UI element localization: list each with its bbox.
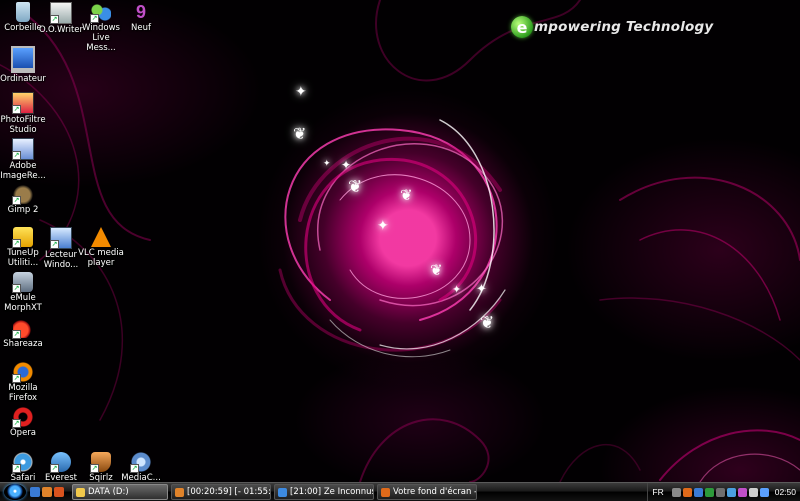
- media-player-quick-icon[interactable]: [42, 487, 52, 497]
- gimp-icon: ↗: [12, 184, 33, 205]
- desktop-icon-label: Gimp 2: [7, 205, 39, 215]
- butterfly-icon: ✦: [476, 281, 487, 296]
- taskbar-button-label: [00:20:59] [- 01:55:54]: [187, 487, 271, 497]
- taskbar-button-data-drive[interactable]: DATA (D:): [72, 484, 168, 500]
- taskbar-button-label: [21:00] Ze Inconnus ...: [290, 487, 374, 497]
- desktop-icon-label: VLC media player: [78, 248, 124, 268]
- firefox-icon: ↗: [12, 362, 33, 383]
- show-desktop-icon[interactable]: [30, 487, 40, 497]
- everest-icon: ↗: [50, 452, 71, 473]
- butterfly-icon: ❦: [293, 126, 307, 143]
- tuneup-icon: ↗: [12, 227, 33, 248]
- desktop-icon-label: Neuf: [131, 23, 151, 33]
- mediacoder-icon: ↗: [130, 452, 151, 473]
- brand-logo: e mpowering Technology: [511, 14, 713, 40]
- clock[interactable]: 02:50: [775, 487, 796, 497]
- desktop-icon-vlc[interactable]: VLC media player: [78, 227, 124, 268]
- butterfly-icon: ✦: [341, 158, 352, 172]
- help-icon[interactable]: [671, 487, 681, 497]
- imageready-icon: ↗: [12, 138, 34, 160]
- firefox-icon: [381, 487, 390, 497]
- messenger-icon: ↗: [90, 2, 111, 23]
- desktop-icon-ordinateur[interactable]: Ordinateur: [0, 46, 46, 84]
- taskbar-button-firefox[interactable]: Votre fond d'écran -...: [377, 484, 477, 500]
- connection-icon[interactable]: [759, 487, 769, 497]
- shareaza-icon: ↗: [12, 318, 33, 339]
- desktop-icon-mediacoder[interactable]: ↗ MediaC...: [118, 452, 164, 482]
- folder-icon: [76, 487, 85, 497]
- desktop-icon-label: PhotoFiltre Studio: [0, 115, 46, 135]
- desktop-icon-adobe-imageready[interactable]: ↗ Adobe ImageRe...: [0, 138, 46, 181]
- taskbar-button-label: Votre fond d'écran -...: [393, 487, 477, 497]
- butterfly-icon: ✦: [452, 284, 462, 296]
- computer-icon: [11, 46, 35, 73]
- butterfly-icon: ✦: [295, 83, 307, 99]
- sqirlz-icon: ↗: [90, 452, 111, 473]
- firefox-tray-icon[interactable]: [682, 487, 692, 497]
- system-tray: FR 02:50: [647, 483, 800, 501]
- media-icon: [175, 487, 184, 497]
- desktop-icon-label: Opera: [9, 428, 37, 438]
- safari-icon: ↗: [12, 452, 33, 473]
- tray-app-icon[interactable]: [737, 487, 747, 497]
- recycle-bin-icon: [16, 2, 30, 22]
- taskbar: DATA (D:) [00:20:59] [- 01:55:54] [21:00…: [0, 482, 800, 501]
- desktop[interactable]: e mpowering Technology ✦ ❦ ✦ ✦ ❦ ❦ ✦ ❦ ✦…: [0, 0, 800, 482]
- photofiltre-icon: ↗: [12, 92, 34, 114]
- desktop-icon-label: Mozilla Firefox: [8, 383, 38, 403]
- butterfly-icon: ❦: [400, 187, 413, 204]
- desktop-icon-label: MediaC...: [121, 473, 161, 482]
- writer-icon: ↗: [50, 2, 72, 24]
- desktop-icon-label: Ordinateur: [0, 74, 46, 84]
- vlc-icon: [91, 227, 111, 247]
- desktop-icon-opera[interactable]: ↗ Opera: [0, 407, 46, 438]
- media-player-icon: ↗: [50, 227, 72, 249]
- desktop-icon-label: Adobe ImageRe...: [0, 161, 46, 181]
- butterfly-icon: ❦: [430, 262, 443, 279]
- desktop-icon-shareaza[interactable]: ↗ Shareaza: [0, 318, 46, 349]
- desktop-icon-gimp[interactable]: ↗ Gimp 2: [0, 184, 46, 215]
- taskbar-button-chat[interactable]: [21:00] Ze Inconnus ...: [274, 484, 374, 500]
- desktop-icon-firefox[interactable]: ↗ Mozilla Firefox: [0, 362, 46, 403]
- emule-icon: ↗: [12, 272, 33, 293]
- desktop-icon-label: eMule MorphXT: [4, 293, 42, 313]
- brand-text: mpowering Technology: [534, 19, 714, 35]
- taskbar-button-label: DATA (D:): [88, 487, 129, 497]
- desktop-icon-photofiltre-studio[interactable]: ↗ PhotoFiltre Studio: [0, 92, 46, 135]
- desktop-icon-emule[interactable]: ↗ eMule MorphXT: [0, 272, 46, 313]
- opera-icon: ↗: [12, 407, 33, 428]
- quick-launch: [30, 487, 64, 497]
- tray-app-icon[interactable]: [715, 487, 725, 497]
- neuf-icon: 9: [135, 2, 146, 22]
- volume-icon[interactable]: [748, 487, 758, 497]
- chat-icon: [278, 487, 287, 497]
- network-icon[interactable]: [693, 487, 703, 497]
- firefox-quick-icon[interactable]: [54, 487, 64, 497]
- butterfly-icon: ❦: [480, 313, 495, 332]
- messenger-tray-icon[interactable]: [704, 487, 714, 497]
- butterfly-icon: ❦: [348, 177, 363, 196]
- butterfly-icon: ✦: [377, 217, 389, 233]
- tray-app-icon[interactable]: [726, 487, 736, 497]
- butterfly-icon: ✦: [323, 158, 331, 168]
- taskbar-button-media[interactable]: [00:20:59] [- 01:55:54]: [171, 484, 271, 500]
- language-indicator[interactable]: FR: [652, 487, 663, 497]
- desktop-icon-neuf[interactable]: 9 Neuf: [118, 2, 164, 33]
- start-orb-icon[interactable]: [4, 484, 26, 500]
- brand-letter: e: [511, 16, 533, 38]
- desktop-icon-label: Shareaza: [3, 339, 43, 349]
